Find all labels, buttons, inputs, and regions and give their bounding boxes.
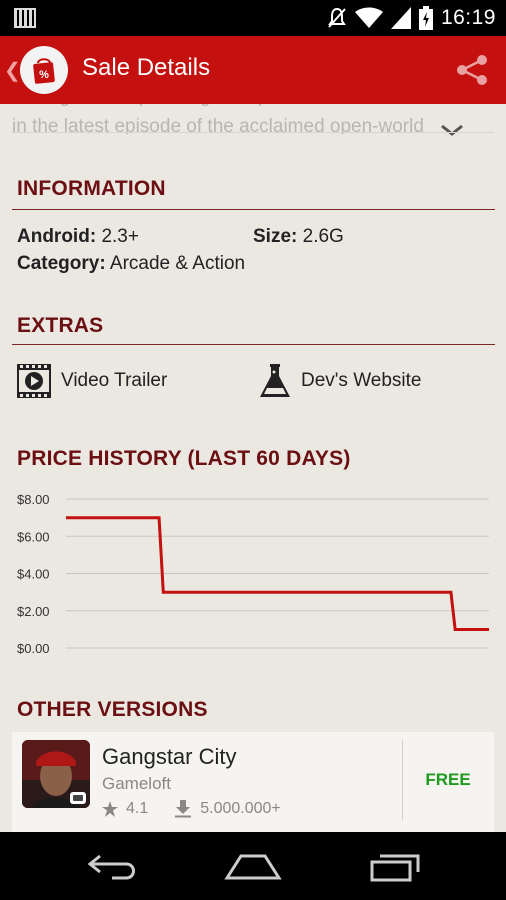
price-history-chart: $8.00 $6.00 $4.00 $2.00 $0.00 [17,492,490,656]
category-label: Category: [17,253,106,274]
chart-ytick-label: $2.00 [17,604,50,619]
sale-details-content[interactable]: ...the game... upcoming the open... in t… [0,104,506,832]
video-icon [17,364,51,398]
description-line-2: in the latest episode of the acclaimed o… [12,116,424,134]
svg-text:%: % [39,69,49,81]
dev-website-link[interactable]: Dev's Website [259,364,422,398]
video-trailer-label: Video Trailer [61,370,168,391]
size-label: Size: [253,226,298,247]
information-rule [12,209,495,210]
android-info: Android: 2.3+ [17,226,139,248]
wifi-icon [354,7,383,28]
version-price[interactable]: FREE [402,770,494,790]
signal-icon [390,7,411,29]
version-rating: 4.1 [126,800,149,817]
extras-rule [12,344,495,345]
download-icon [175,800,192,818]
up-button[interactable]: ❮ % [0,36,74,104]
share-icon[interactable] [454,52,490,88]
size-info: Size: 2.6G [253,226,344,248]
back-icon[interactable] [82,848,142,884]
flask-icon [260,364,290,397]
chart-ytick-label: $4.00 [17,567,50,582]
status-bar: 16:19 [0,0,506,36]
extras-heading: EXTRAS [17,314,104,337]
dev-website-label: Dev's Website [301,370,422,391]
star-icon [102,801,118,817]
chevron-down-icon[interactable] [438,120,466,140]
android-label: Android: [17,226,97,247]
battery-icon [418,6,433,30]
description-preview[interactable]: ...the game... upcoming the open... in t… [12,104,452,134]
chart-ytick-label: $0.00 [17,641,50,656]
version-name: Gangstar City [102,744,237,769]
other-version-card[interactable]: Gangstar City Gameloft 4.1 5.000.000+ FR… [12,732,494,832]
home-icon[interactable] [223,848,283,884]
size-value: 2.6G [302,226,344,247]
version-meta: 4.1 5.000.000+ [102,800,281,818]
category-info: Category: Arcade & Action [17,253,245,275]
up-caret-icon: ❮ [4,60,21,82]
video-trailer-link[interactable]: Video Trailer [17,364,167,398]
chart-ytick-label: $6.00 [17,529,50,544]
category-value: Arcade & Action [109,253,246,274]
app-thumbnail [22,740,90,808]
clock: 16:19 [440,6,496,29]
android-value: 2.3+ [101,226,139,247]
sale-bag-icon: % [20,46,68,94]
version-downloads: 5.000.000+ [200,800,281,817]
chart-ytick-label: $8.00 [17,492,50,507]
version-developer: Gameloft [102,774,171,793]
notification-icon [14,8,36,28]
action-bar: ❮ % Sale Details [0,36,506,104]
description-line-1: ...the game... upcoming the open... [12,104,306,112]
recents-icon[interactable] [364,848,424,884]
price-history-heading: PRICE HISTORY (LAST 60 DAYS) [17,447,351,470]
navigation-bar [0,832,506,900]
mute-icon [328,7,346,28]
other-versions-heading: OTHER VERSIONS [17,698,208,721]
description-divider [12,132,494,133]
page-title: Sale Details [82,54,211,81]
information-heading: INFORMATION [17,177,166,200]
